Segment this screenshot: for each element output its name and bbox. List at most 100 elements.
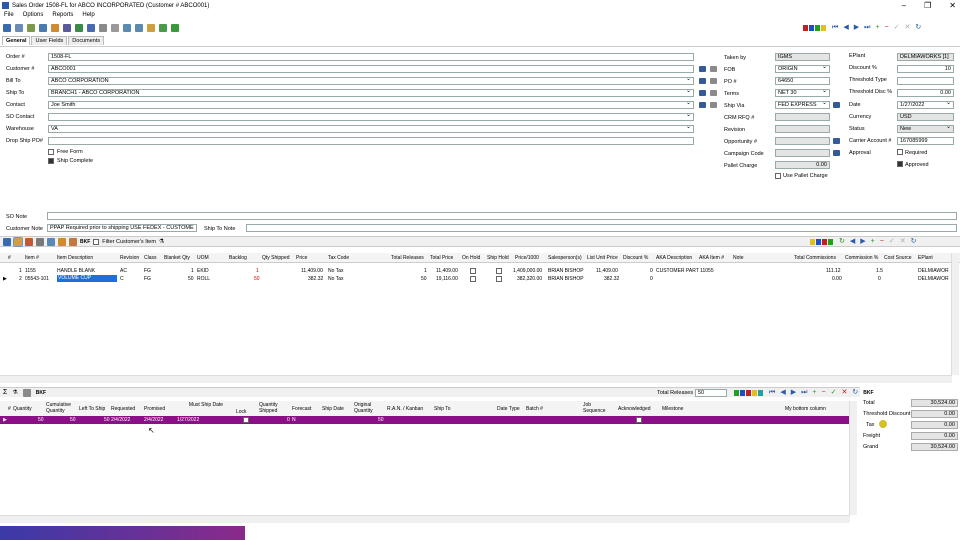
release-refresh-icon[interactable]: ↻ [852, 389, 858, 397]
discount-field[interactable]: 10 [897, 65, 954, 73]
col-aka-item[interactable]: AKA Item # [699, 255, 724, 261]
grid-view-icon[interactable] [13, 236, 23, 247]
col-class[interactable]: Class [144, 255, 157, 261]
po-field[interactable]: 64650 [775, 77, 830, 85]
minimize-icon[interactable]: – [902, 1, 906, 10]
col-uom[interactable]: UOM [197, 255, 209, 261]
row-rev[interactable]: C [120, 276, 124, 282]
release-qty[interactable]: 50 [38, 417, 44, 423]
drop-ship-field[interactable] [48, 137, 694, 145]
row-p1000[interactable]: 1,409,000.00 [513, 268, 542, 274]
print-icon[interactable] [15, 24, 23, 32]
link-icon[interactable] [63, 24, 71, 32]
row-item[interactable]: 05543-101 [25, 276, 49, 282]
col-blanket-qty[interactable]: Blanket Qty [164, 255, 190, 261]
forward-icon[interactable] [123, 24, 131, 32]
prev-record-icon[interactable]: ◀ [843, 24, 848, 32]
row-price[interactable]: 382.32 [308, 276, 323, 282]
release-ack-checkbox[interactable] [636, 417, 642, 423]
release-bkf-icon[interactable]: BKF [863, 390, 873, 396]
package-icon[interactable] [69, 237, 77, 246]
document-icon[interactable] [47, 237, 55, 246]
filter-release-icon[interactable]: ⚗ [12, 389, 17, 396]
color-palette-icon[interactable] [803, 25, 827, 31]
tool-icon[interactable] [36, 237, 44, 246]
row-uom[interactable]: EKID [197, 268, 209, 274]
row-ship-hold-checkbox[interactable] [496, 276, 502, 282]
release-must-ship[interactable]: 1/27/2022 [177, 417, 199, 423]
row-discount[interactable]: 0 [650, 276, 653, 282]
row-desc[interactable]: VOLUME CUP [57, 275, 117, 282]
rcol-qty-shipped[interactable]: Quantity Shipped [259, 402, 289, 414]
report-icon[interactable] [147, 24, 155, 32]
row-ship-hold-checkbox[interactable] [496, 268, 502, 274]
check-icon[interactable] [159, 24, 167, 32]
col-backlog[interactable]: Backlog [229, 255, 247, 261]
col-total-releases[interactable]: Total Releases [391, 255, 424, 261]
col-note[interactable]: Note [733, 255, 744, 261]
use-pallet-checkbox[interactable] [775, 173, 781, 179]
items-hscrollbar[interactable] [0, 375, 952, 383]
ship-to-select[interactable]: BRANCH1 - ABCO CORPORATION [48, 89, 694, 97]
rcol-left-to-ship[interactable]: Left To Ship [79, 406, 105, 412]
row-class[interactable]: FG [144, 268, 151, 274]
rcol-forecast[interactable]: Forecast [292, 406, 311, 412]
table-row[interactable]: ▶ 2 05543-101 VOLUME CUP C FG 50 ROLL 50… [0, 275, 960, 283]
rcol-cumulative[interactable]: Cumulative Quantity [46, 402, 76, 414]
bill-to-detail-icon[interactable] [710, 78, 717, 84]
rcol-acknowledged[interactable]: Acknowledged [618, 406, 651, 412]
release-post-icon[interactable]: ✓ [831, 389, 837, 397]
col-revision[interactable]: Revision [120, 255, 139, 261]
rcol-ship-to[interactable]: Ship To [434, 406, 451, 412]
free-form-checkbox[interactable] [48, 149, 54, 155]
so-note-field[interactable] [47, 212, 957, 220]
col-price-1000[interactable]: Price/1000 [515, 255, 539, 261]
rcol-num[interactable]: # [8, 406, 11, 412]
menu-help[interactable]: Help [82, 12, 94, 21]
release-lock-checkbox[interactable] [243, 417, 249, 423]
ship-to-note-field[interactable] [246, 224, 957, 232]
col-aka-desc[interactable]: AKA Description [656, 255, 692, 261]
releases-hscrollbar[interactable] [0, 515, 850, 523]
release-prev-icon[interactable]: ◀ [780, 389, 785, 397]
menu-reports[interactable]: Reports [52, 12, 73, 21]
col-qty-shipped[interactable]: Qty Shipped [262, 255, 290, 261]
table-row[interactable]: 1 1155 HANDLE BLANK AC FG 1 EKID 1 11,40… [0, 267, 960, 275]
row-desc[interactable]: HANDLE BLANK [57, 268, 95, 274]
filter-customer-item-checkbox[interactable] [93, 238, 100, 245]
rcol-requested[interactable]: Requested [111, 406, 135, 412]
rcol-quantity[interactable]: Quantity [13, 406, 32, 412]
ship-to-detail-icon[interactable] [710, 90, 717, 96]
binoculars-icon[interactable] [3, 24, 11, 32]
row-uom[interactable]: ROLL [197, 276, 210, 282]
sum-icon[interactable]: Σ [3, 389, 7, 396]
rcol-milestone[interactable]: Milestone [662, 406, 683, 412]
row-rev[interactable]: AC [120, 268, 127, 274]
col-num[interactable]: # [8, 255, 11, 261]
col-total-commissions[interactable]: Total Commissions [794, 255, 836, 261]
doc-icon[interactable] [22, 388, 31, 397]
row-commission-pct[interactable]: 0 [878, 276, 881, 282]
ship-to-lookup-icon[interactable] [699, 90, 706, 96]
warehouse-select[interactable]: VA [48, 125, 694, 133]
box-icon[interactable] [58, 237, 66, 246]
col-tax-code[interactable]: Tax Code [328, 255, 349, 261]
col-list-unit-price[interactable]: List Unit Price [587, 255, 618, 261]
col-commission-pct[interactable]: Commission % [845, 255, 878, 261]
contact-lookup-icon[interactable] [699, 102, 706, 108]
carrier-field[interactable]: 167085999 [897, 137, 954, 145]
grid-reload-icon[interactable]: ↻ [911, 238, 917, 246]
search-icon[interactable] [3, 237, 11, 246]
col-item[interactable]: Item # [25, 255, 39, 261]
col-item-desc[interactable]: Item Description [57, 255, 93, 261]
opportunity-lookup-icon[interactable] [833, 138, 840, 144]
grid-post-icon[interactable]: ✓ [889, 238, 895, 246]
col-on-hold[interactable]: On Hold [462, 255, 480, 261]
close-icon[interactable]: ✕ [949, 1, 956, 10]
release-add-icon[interactable]: + [812, 389, 816, 397]
refresh-icon[interactable] [75, 24, 83, 32]
rcol-bottom[interactable]: My bottom column [785, 406, 826, 412]
col-salesperson[interactable]: Salesperson(s) [548, 255, 582, 261]
row-tax[interactable]: No Tax [328, 268, 343, 274]
row-tax[interactable]: No Tax [328, 276, 343, 282]
